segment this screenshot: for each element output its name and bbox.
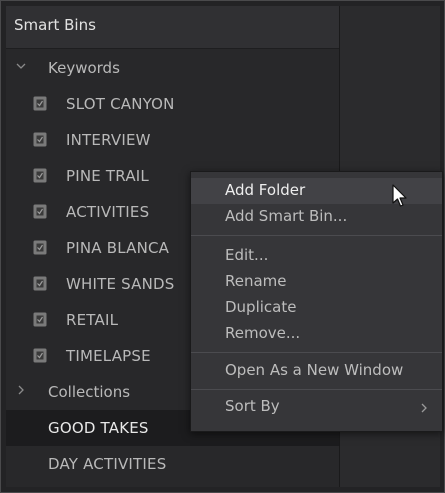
menu-separator xyxy=(191,389,442,390)
smart-bin-label: WHITE SANDS xyxy=(66,275,175,293)
mouse-pointer-icon xyxy=(392,184,407,207)
menu-separator xyxy=(191,235,442,236)
smart-bin-icon xyxy=(33,348,47,363)
chevron-right-icon xyxy=(421,403,427,413)
menu-item-edit[interactable]: Edit... xyxy=(191,243,442,269)
panel-title: Smart Bins xyxy=(14,16,96,34)
smart-bin-icon xyxy=(33,204,47,219)
smart-bin-icon xyxy=(33,312,47,327)
menu-item-open-new-window[interactable]: Open As a New Window xyxy=(191,358,442,384)
smart-bin-label: ACTIVITIES xyxy=(66,203,150,221)
smart-bin-label: PINE TRAIL xyxy=(66,167,149,185)
menu-item-duplicate[interactable]: Duplicate xyxy=(191,295,442,321)
context-menu: Add Folder Add Smart Bin... Edit... Rena… xyxy=(190,171,443,432)
menu-item-label: Add Folder xyxy=(225,181,306,199)
menu-item-label: Open As a New Window xyxy=(225,361,404,379)
menu-separator xyxy=(191,352,442,353)
tree-group-label: Collections xyxy=(48,383,131,401)
menu-item-sort-by[interactable]: Sort By xyxy=(191,394,442,420)
menu-item-label: Remove... xyxy=(225,324,301,342)
menu-item-label: Sort By xyxy=(225,397,280,415)
menu-item-label: Rename xyxy=(225,272,287,290)
smart-bin-icon xyxy=(33,168,47,183)
smart-bin-icon xyxy=(33,240,47,255)
smart-bin-label: RETAIL xyxy=(66,311,119,329)
smart-bin-label: SLOT CANYON xyxy=(66,95,175,113)
menu-item-remove[interactable]: Remove... xyxy=(191,321,442,347)
tree-group-keywords[interactable]: Keywords xyxy=(6,50,339,86)
smart-bin-item[interactable]: SLOT CANYON xyxy=(6,86,339,122)
collection-label: GOOD TAKES xyxy=(48,419,149,437)
smart-bin-icon xyxy=(33,276,47,291)
menu-item-label: Edit... xyxy=(225,246,269,264)
chevron-right-icon[interactable] xyxy=(14,383,28,397)
smart-bin-label: INTERVIEW xyxy=(66,131,151,149)
panel-header: Smart Bins xyxy=(6,6,339,49)
smart-bin-label: TIMELAPSE xyxy=(66,347,151,365)
chevron-down-icon[interactable] xyxy=(14,59,28,73)
smart-bin-icon xyxy=(33,132,47,147)
smart-bin-icon xyxy=(33,96,47,111)
smart-bin-item[interactable]: INTERVIEW xyxy=(6,122,339,158)
smart-bin-label: PINA BLANCA xyxy=(66,239,170,257)
collection-item-day-activities[interactable]: DAY ACTIVITIES xyxy=(6,446,339,482)
collection-label: DAY ACTIVITIES xyxy=(48,455,167,473)
menu-item-label: Duplicate xyxy=(225,298,297,316)
menu-item-label: Add Smart Bin... xyxy=(225,207,348,225)
menu-item-rename[interactable]: Rename xyxy=(191,269,442,295)
tree-group-label: Keywords xyxy=(48,59,120,77)
